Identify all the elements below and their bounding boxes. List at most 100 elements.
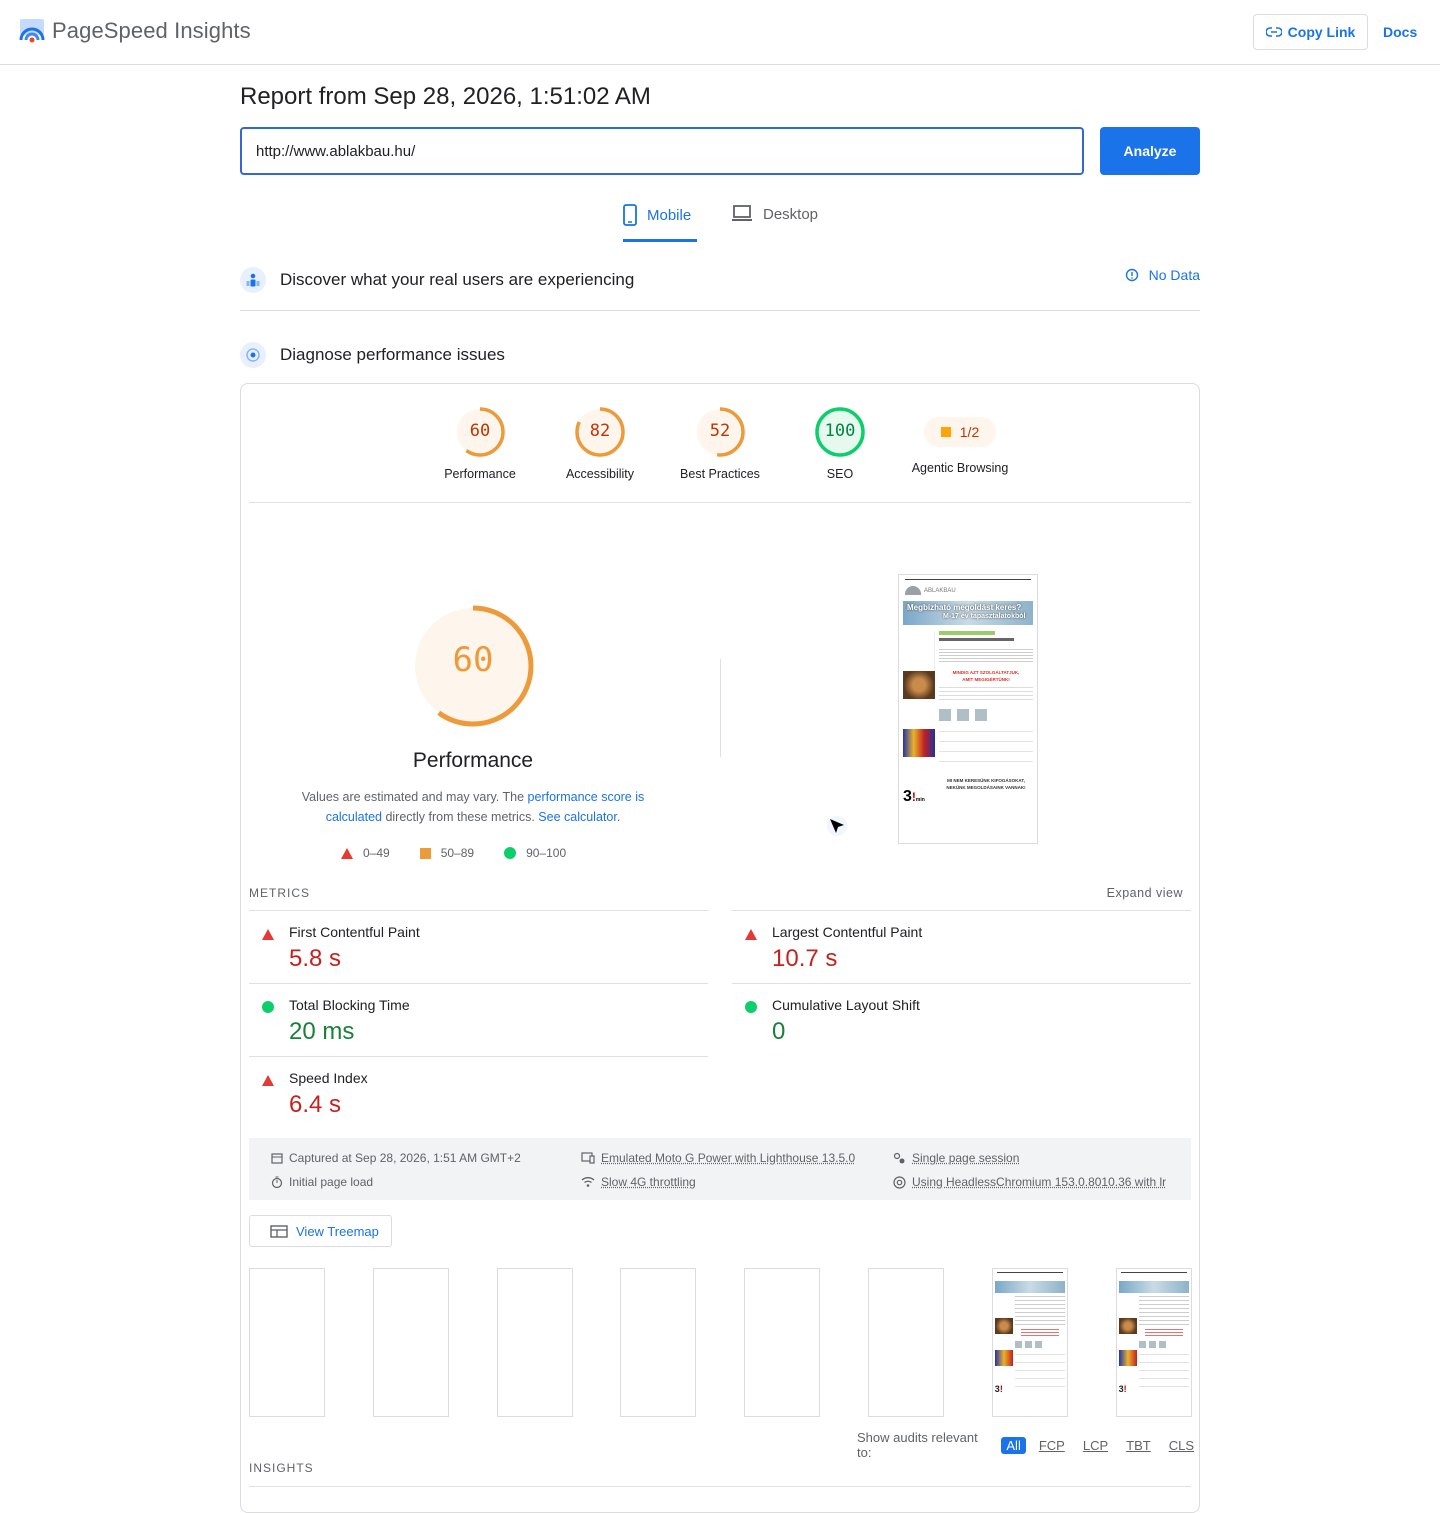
- env-throttling[interactable]: Slow 4G throttling: [581, 1175, 696, 1189]
- env-session[interactable]: Single page session: [893, 1151, 1019, 1165]
- app-title[interactable]: PageSpeed Insights: [52, 18, 251, 44]
- explain-text-end: .: [617, 810, 620, 824]
- link-icon: [1266, 27, 1282, 37]
- site-headline: Megbízható megoldást keres?: [907, 603, 1021, 612]
- site-footer-2: NEKÜNK MEGOLDÁSAINK VANNAK!: [939, 784, 1033, 791]
- gauge-best-practices-label: Best Practices: [660, 467, 780, 481]
- metric-si-value: 6.4 s: [289, 1091, 341, 1119]
- docs-link[interactable]: Docs: [1383, 24, 1417, 40]
- fail-triangle-icon: [262, 1073, 274, 1091]
- audit-filter-label: Show audits relevant to:: [857, 1430, 993, 1460]
- filmstrip-frame: [249, 1268, 325, 1417]
- no-data-link[interactable]: No Data: [1125, 267, 1200, 283]
- gauge-best-practices[interactable]: 52 Best Practices: [660, 406, 780, 481]
- env-load: Initial page load: [271, 1175, 373, 1189]
- env-browser[interactable]: Using HeadlessChromium 153.0.8010.36 wit…: [893, 1175, 1166, 1189]
- legend-fail: 0–49: [341, 846, 390, 860]
- signal-icon: [581, 1176, 595, 1188]
- gauge-performance-score: 60: [420, 421, 540, 441]
- red-triangle-icon: [341, 848, 353, 859]
- gauge-seo-label: SEO: [780, 467, 900, 481]
- filter-tbt[interactable]: TBT: [1121, 1437, 1156, 1454]
- legend-average: 50–89: [420, 846, 474, 860]
- no-data-label: No Data: [1149, 267, 1200, 283]
- site-hero-banner: Megbízható megoldást keres? M-17 év tapa…: [903, 601, 1033, 625]
- tab-desktop-label: Desktop: [763, 204, 818, 223]
- score-explanation: Values are estimated and may vary. The p…: [291, 787, 655, 827]
- site-logo: ABLAKBAU: [899, 580, 1037, 595]
- gauge-seo[interactable]: 100 SEO: [780, 406, 900, 481]
- average-square-icon: [941, 427, 951, 437]
- env-session-text: Single page session: [912, 1151, 1019, 1165]
- gauge-performance-label: Performance: [420, 467, 540, 481]
- site-image-food: [903, 671, 935, 699]
- site-badge-number: 3: [903, 788, 912, 805]
- site-subline: M-17 év tapasztalatokból: [943, 613, 1025, 620]
- tab-mobile-label: Mobile: [647, 204, 691, 224]
- env-throttling-text: Slow 4G throttling: [601, 1175, 696, 1189]
- gauge-performance[interactable]: 60 Performance: [420, 406, 540, 481]
- timer-icon: [271, 1176, 283, 1188]
- users-icon: [240, 267, 266, 293]
- metric-lcp-value: 10.7 s: [772, 945, 837, 973]
- metrics-header: METRICS Expand view: [249, 886, 1191, 900]
- expand-view-button[interactable]: Expand view: [1107, 886, 1183, 900]
- filter-cls[interactable]: CLS: [1164, 1437, 1199, 1454]
- legend-pass-label: 90–100: [526, 846, 566, 860]
- fail-triangle-icon: [262, 927, 274, 945]
- vertical-separator: [720, 659, 721, 757]
- final-screenshot[interactable]: ABLAKBAU Megbízható megoldást keres? M-1…: [898, 574, 1038, 844]
- copy-link-button[interactable]: Copy Link: [1253, 14, 1368, 50]
- env-captured-text: Captured at Sep 28, 2026, 1:51 AM GMT+2: [289, 1151, 521, 1165]
- agentic-score-pill: 1/2: [924, 417, 996, 447]
- legend-fail-label: 0–49: [363, 846, 390, 860]
- filmstrip-frame: [744, 1268, 820, 1417]
- env-device[interactable]: Emulated Moto G Power with Lighthouse 13…: [581, 1151, 855, 1165]
- analyze-button[interactable]: Analyze: [1100, 127, 1200, 175]
- view-treemap-button[interactable]: View Treemap: [249, 1215, 392, 1247]
- gauge-accessibility-score: 82: [540, 421, 660, 441]
- metric-lcp-name: Largest Contentful Paint: [772, 924, 922, 940]
- orange-square-icon: [420, 848, 431, 859]
- performance-big-score: 60: [411, 640, 535, 680]
- filter-lcp[interactable]: LCP: [1078, 1437, 1113, 1454]
- metric-si: Speed Index 6.4 s: [249, 1056, 708, 1120]
- calculator-link[interactable]: See calculator: [538, 810, 617, 824]
- lab-data-section: Diagnose performance issues: [240, 342, 1200, 368]
- pagespeed-logo-icon[interactable]: [18, 18, 46, 44]
- filmstrip-frame: [868, 1268, 944, 1417]
- lighthouse-report-card: 60 Performance 82 Accessibility 52 Best …: [240, 383, 1200, 1513]
- metric-lcp: Largest Contentful Paint 10.7 s: [732, 910, 1191, 983]
- mouse-cursor-icon: [827, 816, 851, 840]
- phone-icon: [623, 204, 637, 226]
- url-input[interactable]: [240, 127, 1084, 175]
- filmstrip-frame: 3!: [992, 1268, 1068, 1417]
- card-divider: [249, 502, 1191, 503]
- explain-text: Values are estimated and may vary. The: [302, 790, 528, 804]
- info-icon: [1125, 268, 1139, 282]
- gauge-accessibility-label: Accessibility: [540, 467, 660, 481]
- devices-icon: [581, 1152, 595, 1164]
- tab-desktop[interactable]: Desktop: [731, 204, 818, 242]
- filter-all[interactable]: All: [1001, 1437, 1025, 1454]
- gauge-seo-score: 100: [780, 421, 900, 441]
- env-device-text: Emulated Moto G Power with Lighthouse 13…: [601, 1151, 855, 1165]
- site-badge: 3!min: [903, 789, 935, 808]
- explain-text-2: directly from these metrics.: [382, 810, 538, 824]
- pass-circle-icon: [262, 1000, 274, 1018]
- tab-mobile[interactable]: Mobile: [623, 204, 697, 242]
- metric-si-name: Speed Index: [289, 1070, 368, 1086]
- site-footer-1: MI NEM KERESÜNK KIFOGÁSOKAT,: [939, 777, 1033, 784]
- filmstrip-frame: [620, 1268, 696, 1417]
- report-title: Report from Sep 28, 2026, 1:51:02 AM: [240, 83, 651, 111]
- top-bar: PageSpeed Insights Copy Link Docs: [0, 0, 1440, 65]
- gauge-agentic-browsing[interactable]: 1/2 Agentic Browsing: [900, 406, 1020, 475]
- metric-fcp-name: First Contentful Paint: [289, 924, 420, 940]
- filter-fcp[interactable]: FCP: [1034, 1437, 1070, 1454]
- gauge-accessibility[interactable]: 82 Accessibility: [540, 406, 660, 481]
- filmstrip-frame: [373, 1268, 449, 1417]
- metrics-header-label: METRICS: [249, 886, 310, 900]
- field-data-title: Discover what your real users are experi…: [280, 270, 634, 290]
- metric-cls-name: Cumulative Layout Shift: [772, 997, 920, 1013]
- metric-tbt: Total Blocking Time 20 ms: [249, 983, 708, 1056]
